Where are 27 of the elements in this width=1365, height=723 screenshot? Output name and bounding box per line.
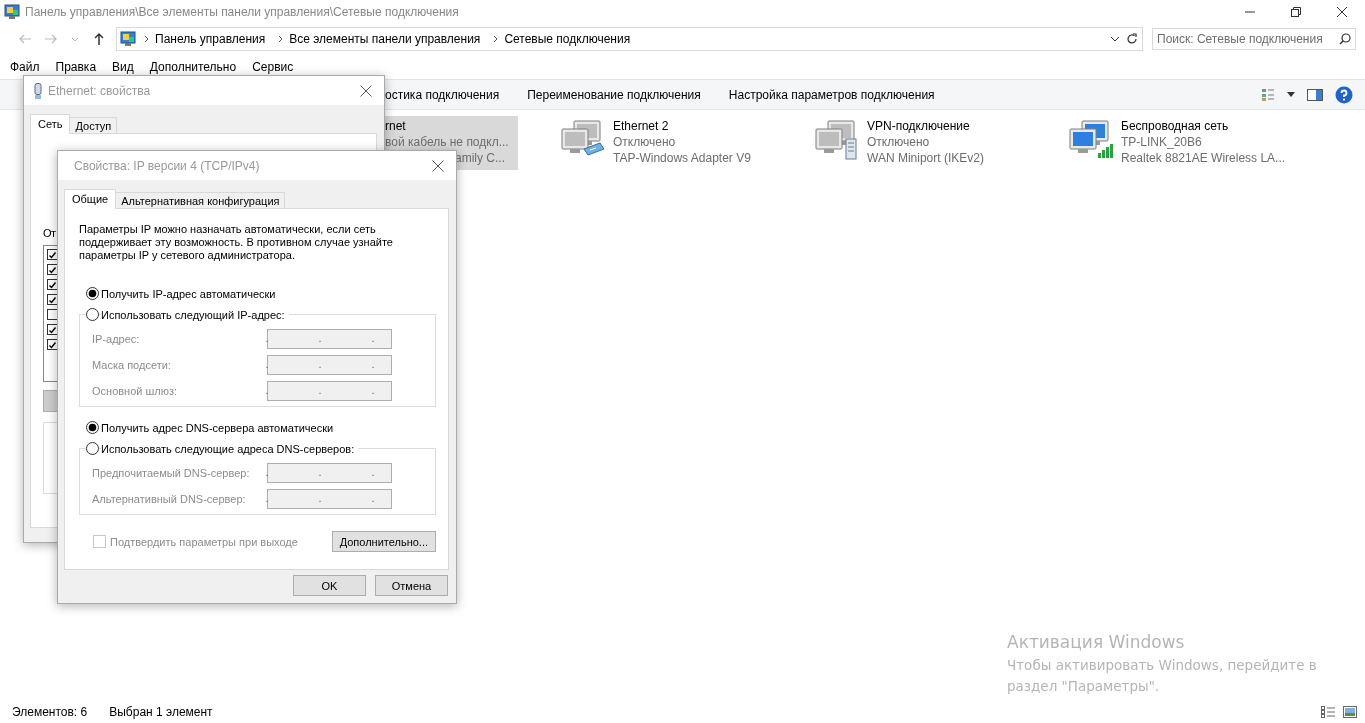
connection-name: Ethernet 2 — [613, 119, 670, 133]
activation-text: раздел "Параметры". — [1007, 677, 1161, 696]
field-label: IP-адрес: — [92, 333, 141, 345]
activation-text: Чтобы активировать Windows, перейдите в — [1007, 656, 1317, 675]
dialog-title: Свойства: IP версии 4 (TCP/IPv4) — [74, 158, 260, 173]
item-count: Элементов: 6 — [12, 705, 88, 719]
field-label: Альтернативный DNS-сервер: — [92, 493, 247, 505]
connection-name: VPN-подключение — [867, 119, 971, 133]
connection-name: Беспроводная сеть — [1121, 119, 1230, 133]
field-label: Предпочитаемый DNS-сервер: — [92, 467, 251, 479]
components-label: От — [43, 227, 56, 239]
field-label: Маска подсети: — [92, 359, 172, 371]
connection-device: Realtek 8821AE Wireless LA... — [1121, 151, 1286, 165]
connection-device: TAP-Windows Adapter V9 — [613, 151, 751, 165]
activation-title: Активация Windows — [1007, 632, 1186, 652]
description-text: Параметры IP можно назначать автоматически, если сеть поддерживает эту возможность. В противном случае узнайте параметры IP у сетевого администратора. — [79, 223, 394, 262]
dialog-title: Ethernet: свойства — [48, 83, 151, 98]
connection-name: rnet — [385, 119, 407, 133]
connection-device: amily C... — [455, 151, 506, 165]
connection-device: WAN Miniport (IKEv2) — [867, 151, 984, 165]
connection-status: Отключено — [867, 135, 931, 149]
connection-status: TP-LINK_20B6 — [1121, 135, 1203, 149]
window-title: Панель управления\Все элементы панели управления\Сетевые подключения — [25, 5, 459, 19]
field-label: Основной шлюз: — [92, 385, 179, 397]
connection-status: вой кабель не подкл... — [385, 135, 509, 149]
selection-count: Выбран 1 элемент — [109, 705, 213, 719]
connection-status: Отключено — [613, 135, 677, 149]
